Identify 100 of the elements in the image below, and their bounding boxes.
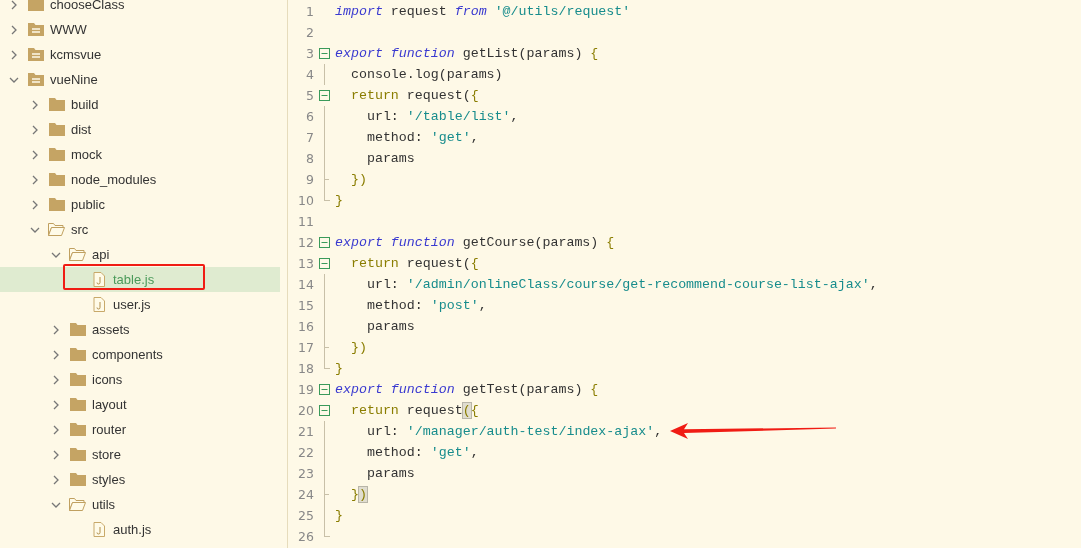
collapse-icon[interactable] [319, 258, 330, 269]
code-line: params [365, 319, 415, 334]
collapse-icon[interactable] [319, 384, 330, 395]
code-line: url: '/admin/onlineClass/course/get-recommend-course-list-ajax', [365, 277, 878, 292]
chevron-right-icon[interactable] [30, 99, 40, 110]
line-number: 12 [297, 235, 314, 250]
folder-icon [69, 448, 86, 461]
chevron-right-icon[interactable] [30, 174, 40, 185]
chevron-right-icon[interactable] [30, 199, 40, 210]
tree-item[interactable]: icons [0, 367, 287, 392]
open-folder-icon [69, 248, 86, 261]
chevron-right-icon[interactable] [51, 424, 61, 435]
collapse-icon[interactable] [319, 237, 330, 248]
line-number: 25 [297, 508, 314, 523]
code-line: } [335, 508, 343, 523]
line-number: 24 [297, 487, 314, 502]
code-line: params [365, 466, 415, 481]
folder-icon [69, 373, 86, 386]
tree-item[interactable]: src [0, 217, 287, 242]
line-number: 23 [297, 466, 314, 481]
code-line: return request({ [349, 88, 479, 103]
line-number: 3 [305, 46, 314, 61]
collapse-icon[interactable] [319, 405, 330, 416]
folder-icon [69, 348, 86, 361]
chevron-right-icon[interactable] [30, 124, 40, 135]
chevron-right-icon[interactable] [51, 324, 61, 335]
tree-item[interactable]: api [0, 242, 287, 267]
code-line: } [335, 193, 343, 208]
code-line: console.log(params) [349, 67, 503, 82]
code-line: method: 'get', [365, 130, 479, 145]
line-number: 15 [297, 298, 314, 313]
line-number: 8 [305, 151, 314, 166]
chevron-right-icon[interactable] [51, 349, 61, 360]
chevron-right-icon[interactable] [51, 474, 61, 485]
chevron-right-icon[interactable] [51, 449, 61, 460]
folder-icon [27, 0, 44, 11]
code-line: }) [349, 340, 367, 355]
line-number: 20 [297, 403, 314, 418]
folder-icon [48, 198, 65, 211]
tree-item[interactable]: user.js [0, 292, 287, 317]
line-number: 9 [305, 172, 314, 187]
code-line: return request({ [349, 403, 479, 418]
line-number: 2 [305, 25, 314, 40]
tree-item[interactable]: layout [0, 392, 287, 417]
js-file-icon [92, 297, 105, 312]
line-number: 10 [297, 193, 314, 208]
tree-item[interactable]: router [0, 417, 287, 442]
folder-icon [69, 473, 86, 486]
tree-item[interactable]: utils [0, 492, 287, 517]
line-number: 4 [305, 67, 314, 82]
project-folder-icon [27, 73, 44, 86]
tree-item[interactable]: dist [0, 117, 287, 142]
line-number: 16 [297, 319, 314, 334]
line-number: 13 [297, 256, 314, 271]
tree-item[interactable]: kcmsvue [0, 42, 287, 67]
line-number: 6 [305, 109, 314, 124]
open-folder-icon [48, 223, 65, 236]
code-line: }) [349, 487, 367, 502]
folder-icon [48, 148, 65, 161]
code-line: export function getList(params) { [335, 46, 599, 61]
line-number: 5 [305, 88, 314, 103]
chevron-right-icon[interactable] [9, 0, 19, 10]
code-line: return request({ [349, 256, 479, 271]
project-folder-icon [27, 48, 44, 61]
code-line: method: 'post', [365, 298, 487, 313]
line-number: 17 [297, 340, 314, 355]
chevron-right-icon[interactable] [9, 24, 19, 35]
folder-icon [48, 173, 65, 186]
folder-icon [69, 423, 86, 436]
folder-icon [48, 123, 65, 136]
tree-item[interactable]: auth.js [0, 517, 287, 542]
code-line: params [365, 151, 415, 166]
tree-item[interactable]: chooseClass [0, 0, 287, 17]
line-number: 1 [305, 4, 314, 19]
line-number: 19 [297, 382, 314, 397]
tree-item[interactable]: WWW [0, 17, 287, 42]
folder-icon [48, 98, 65, 111]
code-line: export function getTest(params) { [335, 382, 599, 397]
line-number: 11 [297, 214, 314, 229]
tree-item[interactable]: mock [0, 142, 287, 167]
tree-item[interactable]: assets [0, 317, 287, 342]
collapse-icon[interactable] [319, 90, 330, 101]
folder-icon [69, 323, 86, 336]
line-number: 21 [297, 424, 314, 439]
tree-item[interactable]: node_modules [0, 167, 287, 192]
tree-item[interactable]: store [0, 442, 287, 467]
chevron-right-icon[interactable] [30, 149, 40, 160]
tree-item[interactable]: build [0, 92, 287, 117]
chevron-right-icon[interactable] [51, 399, 61, 410]
chevron-right-icon[interactable] [9, 49, 19, 60]
line-number: 22 [297, 445, 314, 460]
chevron-right-icon[interactable] [51, 374, 61, 385]
tree-item[interactable]: components [0, 342, 287, 367]
tree-item[interactable]: styles [0, 467, 287, 492]
code-line: url: '/manager/auth-test/index-ajax', [365, 424, 663, 439]
line-number: 26 [297, 529, 314, 544]
tree-item[interactable]: public [0, 192, 287, 217]
collapse-icon[interactable] [319, 48, 330, 59]
tree-item[interactable]: vueNine [0, 67, 287, 92]
line-number: 7 [305, 130, 314, 145]
